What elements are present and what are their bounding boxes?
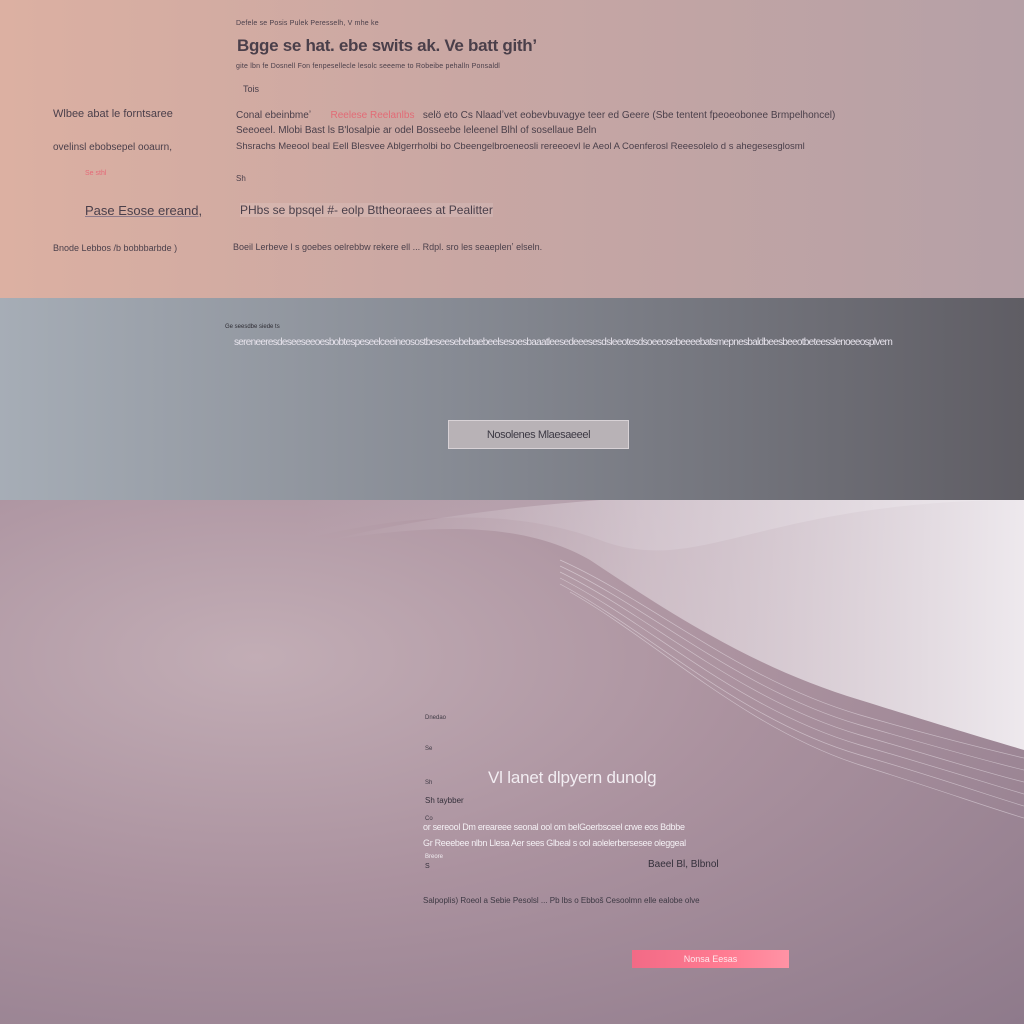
feature-subtitle: Sh taybber bbox=[425, 796, 464, 805]
body-row-1-accent[interactable]: Reelese Reelanlbs bbox=[331, 110, 415, 121]
band-text-line: sereneeresdeseeseeoesbobtespeseelceeineo… bbox=[234, 337, 893, 348]
hero-title: Bgge se hat. ebe swits ak. Ve batt githʼ bbox=[237, 36, 537, 55]
feature-tiny-6: S bbox=[425, 863, 430, 870]
side-note-text: Se sthl bbox=[85, 170, 107, 177]
feature-body-2: Gr Reeebee nlbn Llesa Aer sees Glbeal s … bbox=[423, 838, 686, 848]
cta-button[interactable]: Nonsa Eesas bbox=[632, 950, 789, 968]
sh-label: Sh bbox=[236, 174, 246, 183]
side-subheading: ovelinsl ebobsepel ooaurn, bbox=[53, 142, 172, 153]
side-note: Se sthl bbox=[85, 170, 106, 177]
footnote-left: Bnode Lebbos /b bobbbarbde ) bbox=[53, 243, 178, 253]
body-row-1-rest: selö eto Cs Nlaadʼvet eobevbuvagye teer … bbox=[422, 110, 836, 121]
feature-tiny-2: Se bbox=[425, 746, 433, 752]
feature-title: Vl lanet dlpyern dunolg bbox=[488, 768, 657, 787]
hero-meta: gite lbn fe Dosnell Fon fenpesellecle le… bbox=[236, 63, 500, 70]
band-button[interactable]: Nosolenes Mlaesaeeel bbox=[448, 420, 629, 449]
page: Defele se Posis Pulek Peresselh, V mhe k… bbox=[0, 0, 1024, 1024]
body-row-1: Conal ebeinbmeʼ Reelese Reelanlbs selö e… bbox=[236, 110, 835, 121]
body-row-2: Seeoeel. Mlobi Bast ls B'losalpie ar ode… bbox=[236, 125, 597, 136]
link-left[interactable]: Pase Esose ereand, bbox=[85, 203, 202, 218]
band-label: Ge seesdbe siede ts bbox=[225, 324, 280, 330]
body-row-1-lead: Conal ebeinbmeʼ bbox=[236, 110, 312, 121]
hero-eyebrow: Tois bbox=[243, 84, 260, 94]
feature-tiny-5: Breore bbox=[425, 854, 444, 860]
hero-section: Defele se Posis Pulek Peresselh, V mhe k… bbox=[0, 0, 1024, 298]
feature-body-1: or sereool Dm ereareee seonal ool om bel… bbox=[423, 822, 685, 832]
link-mid-text[interactable]: PHbs se bpsqel #- eolp Bttheoraees at Pe… bbox=[240, 203, 493, 217]
feature-tiny-3: Sh bbox=[425, 780, 433, 786]
footnote-mid: Boeil Lerbeve l s goebes oelrebbw rekere… bbox=[233, 242, 543, 252]
body-row-3: Shsrachs Meeool beal Eell Blesvee Ablger… bbox=[236, 141, 805, 152]
feature-footnote: Salpoplis) Roeol a Sebie Pesolsl ... Pb … bbox=[423, 896, 700, 905]
hero-kicker: Defele se Posis Pulek Peresselh, V mhe k… bbox=[236, 20, 379, 27]
feature-section: Dnedao Se Vl lanet dlpyern dunolg Sh Sh … bbox=[0, 500, 1024, 1024]
side-heading: Wlbee abat le forntsaree bbox=[53, 108, 173, 120]
hero-meta-text: gite lbn fe Dosnell Fon fenpesellecle le… bbox=[236, 63, 501, 70]
wave-background bbox=[300, 500, 1024, 819]
feature-tiny-1: Dnedao bbox=[425, 715, 447, 721]
feature-author: Baeel Bl, Blbnol bbox=[648, 859, 719, 870]
link-mid[interactable]: PHbs se bpsqel #- eolp Bttheoraees at Pe… bbox=[240, 203, 493, 217]
band-section: Ge seesdbe siede ts sereneeresdeseeseeoe… bbox=[0, 298, 1024, 500]
